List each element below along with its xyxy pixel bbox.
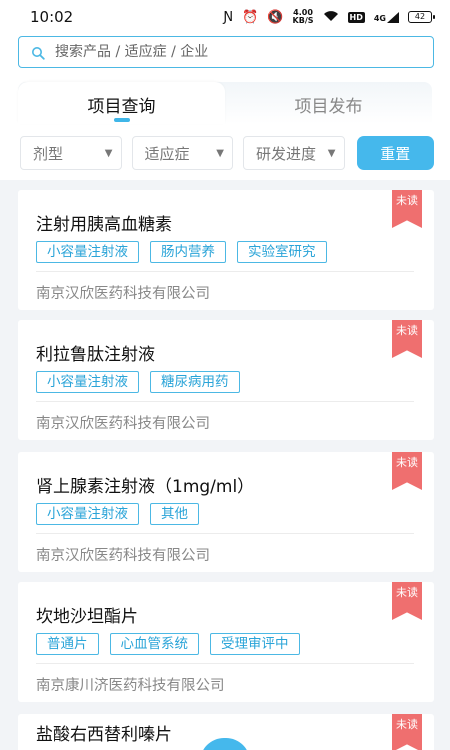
project-title: 肾上腺素注射液（1mg/ml） (36, 477, 255, 497)
tag-list: 小容量注射液 糖尿病用药 (36, 371, 240, 393)
company-name: 南京汉欣医药科技有限公司 (36, 416, 210, 432)
project-card[interactable]: 注射用胰高血糖素 小容量注射液 肠内营养 实验室研究 南京汉欣医药科技有限公司 … (18, 190, 434, 310)
divider (36, 401, 414, 402)
filter-label: 适应症 (144, 144, 190, 163)
tag-list: 小容量注射液 其他 (36, 503, 199, 525)
project-title: 盐酸右西替利嗪片 (36, 725, 172, 745)
filter-bar: 剂型 ▼ 适应症 ▼ 研发进度 ▼ 重置 (20, 136, 435, 170)
network-speed: 4.00 KB/S (293, 9, 314, 25)
status-bar: 10:02 Ɲ ⏰ 🔇 4.00 KB/S HD 4G 42 (0, 0, 450, 34)
battery-icon: 42 (408, 11, 435, 23)
search-icon (31, 45, 45, 60)
tab-label: 项目查询 (87, 97, 156, 117)
filter-indication[interactable]: 适应症 ▼ (131, 136, 233, 170)
project-card[interactable]: 坎地沙坦酯片 普通片 心血管系统 受理审评中 南京康川济医药科技有限公司 未读 (18, 582, 434, 702)
status-icons: Ɲ ⏰ 🔇 4.00 KB/S HD 4G 42 (223, 9, 435, 25)
project-title: 注射用胰高血糖素 (36, 215, 172, 235)
unread-badge: 未读 (392, 714, 422, 750)
status-time: 10:02 (30, 8, 74, 26)
filter-dosage-form[interactable]: 剂型 ▼ (20, 136, 122, 170)
tag: 其他 (150, 503, 199, 525)
tag: 心血管系统 (109, 633, 199, 655)
mute-icon: 🔇 (267, 9, 284, 25)
tag: 糖尿病用药 (150, 371, 240, 393)
header-panel: 项目查询 项目发布 剂型 ▼ 适应症 ▼ 研发进度 ▼ 重置 (0, 34, 450, 180)
tag: 肠内营养 (150, 241, 226, 263)
divider (36, 663, 414, 664)
project-card[interactable]: 肾上腺素注射液（1mg/ml） 小容量注射液 其他 南京汉欣医药科技有限公司 未… (18, 452, 434, 572)
tag: 小容量注射液 (36, 371, 139, 393)
unread-badge: 未读 (392, 190, 422, 228)
tag: 普通片 (36, 633, 99, 655)
network-speed-unit: KB/S (292, 16, 314, 25)
tag: 小容量注射液 (36, 241, 139, 263)
tab-bar: 项目查询 项目发布 (18, 82, 432, 124)
tab-project-publish[interactable]: 项目发布 (225, 82, 432, 124)
active-tab-indicator (113, 118, 130, 122)
tag: 小容量注射液 (36, 503, 139, 525)
divider (36, 533, 414, 534)
tag: 受理审评中 (210, 633, 300, 655)
caret-down-icon: ▼ (216, 147, 224, 159)
project-title: 利拉鲁肽注射液 (36, 345, 155, 365)
project-card[interactable]: 利拉鲁肽注射液 小容量注射液 糖尿病用药 南京汉欣医药科技有限公司 未读 (18, 320, 434, 440)
project-title: 坎地沙坦酯片 (36, 607, 138, 627)
filter-label: 研发进度 (256, 144, 317, 163)
tab-project-query[interactable]: 项目查询 (18, 82, 225, 124)
project-list: 注射用胰高血糖素 小容量注射液 肠内营养 实验室研究 南京汉欣医药科技有限公司 … (0, 180, 450, 750)
divider (36, 271, 414, 272)
hd-icon: HD (347, 11, 365, 23)
filter-label: 剂型 (33, 144, 64, 163)
signal-label: 4G (373, 13, 386, 23)
tab-label: 项目发布 (294, 97, 363, 117)
search-input[interactable] (55, 44, 415, 60)
company-name: 南京汉欣医药科技有限公司 (36, 548, 210, 564)
filter-progress[interactable]: 研发进度 ▼ (243, 136, 345, 170)
caret-down-icon: ▼ (327, 147, 336, 159)
reset-button[interactable]: 重置 (356, 136, 435, 170)
unread-badge: 未读 (392, 320, 422, 358)
alarm-icon: ⏰ (242, 9, 259, 25)
unread-badge: 未读 (392, 452, 422, 490)
tag: 实验室研究 (237, 241, 327, 263)
company-name: 南京汉欣医药科技有限公司 (36, 286, 210, 302)
wifi-icon (323, 10, 339, 25)
tag-list: 普通片 心血管系统 受理审评中 (36, 633, 300, 655)
caret-down-icon: ▼ (104, 147, 113, 159)
company-name: 南京康川济医药科技有限公司 (36, 678, 225, 694)
nfc-icon: Ɲ (223, 9, 234, 25)
unread-badge: 未读 (392, 582, 422, 620)
signal-icon: 4G (373, 11, 399, 23)
tag-list: 小容量注射液 肠内营养 实验室研究 (36, 241, 327, 263)
search-bar[interactable] (18, 36, 434, 68)
